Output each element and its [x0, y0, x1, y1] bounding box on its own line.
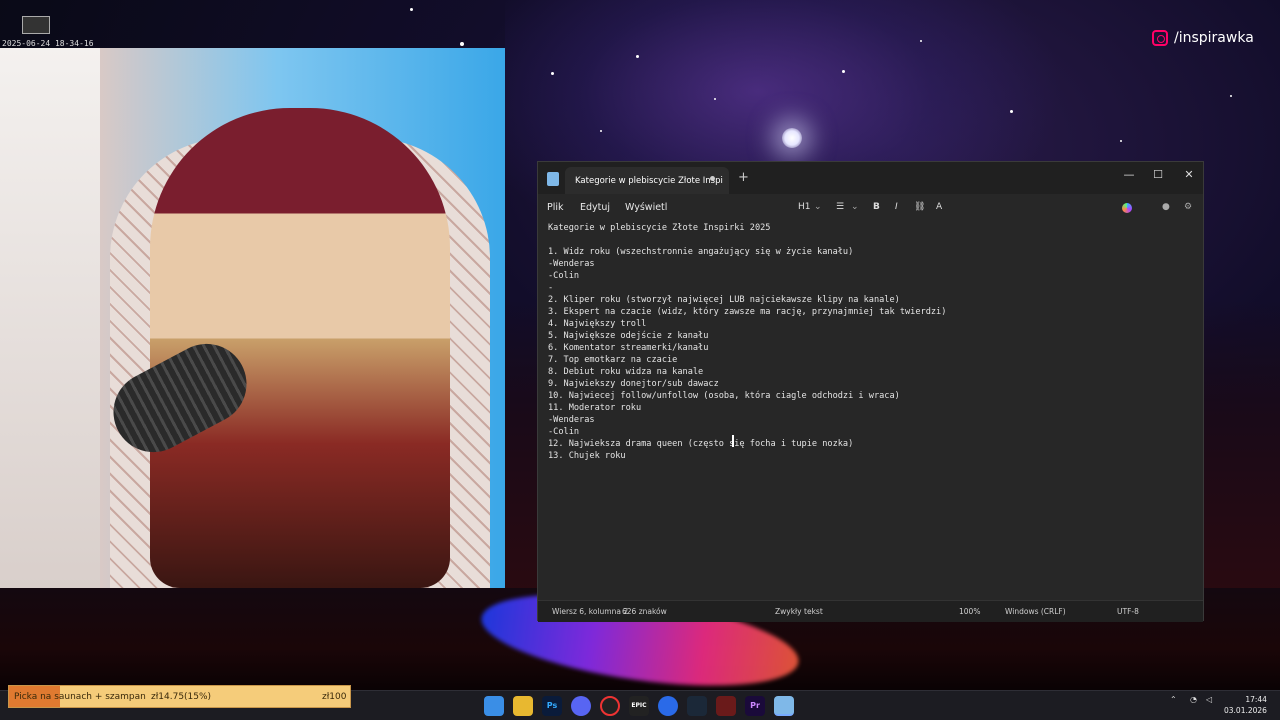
windows-start-icon[interactable] — [484, 696, 504, 716]
tab-title: Kategorie w plebiscycie Złote Inspi — [575, 175, 723, 186]
status-position: Wiersz 6, kolumna 2 — [552, 607, 629, 616]
text-line: 5. Największe odejście z kanału — [548, 331, 709, 341]
unsaved-dot-icon[interactable] — [710, 176, 715, 181]
status-char-count: 626 znaków — [622, 607, 667, 616]
star — [410, 8, 413, 11]
status-format: Zwykły tekst — [775, 607, 823, 616]
star — [842, 70, 845, 73]
new-tab-button[interactable]: + — [738, 170, 749, 185]
chevron-up-icon[interactable]: ⌃ — [1170, 695, 1177, 704]
status-line-ending[interactable]: Windows (CRLF) — [1005, 607, 1066, 616]
star — [600, 130, 602, 132]
star — [920, 40, 922, 42]
instagram-handle-text: /inspirawka — [1174, 30, 1254, 46]
donation-goal: zł100 — [322, 692, 347, 702]
bold-button[interactable]: B — [873, 202, 880, 212]
speaker-icon[interactable]: ◁ — [1206, 695, 1212, 704]
text-line: 13. Chujek roku — [548, 451, 626, 461]
chevron-down-icon[interactable]: ⌄ — [814, 202, 822, 212]
star — [636, 55, 639, 58]
wifi-icon[interactable]: ◔ — [1190, 695, 1197, 704]
clear-formatting-icon[interactable]: A — [936, 202, 942, 212]
list-icon[interactable]: ☰ — [836, 202, 844, 212]
file-explorer-icon[interactable] — [513, 696, 533, 716]
text-line: 10. Najwiecej follow/unfollow (osoba, kt… — [548, 391, 900, 401]
italic-button[interactable]: I — [895, 202, 898, 212]
close-button[interactable]: ✕ — [1178, 165, 1200, 185]
text-line: - — [548, 283, 554, 293]
text-line: 7. Top emotkarz na czacie — [548, 355, 678, 365]
text-line: Kategorie w plebiscycie Złote Inspirki 2… — [548, 223, 771, 233]
text-line: 6. Komentator streamerki/kanału — [548, 343, 709, 353]
donation-title: Picka na saunach + szampan — [14, 692, 146, 702]
menu-file[interactable]: Plik — [547, 202, 564, 213]
app-icon[interactable] — [658, 696, 678, 716]
premiere-icon[interactable]: Pr — [745, 696, 765, 716]
discord-icon[interactable] — [571, 696, 591, 716]
text-cursor-icon — [732, 435, 734, 447]
link-icon[interactable]: ⛓ — [914, 202, 925, 212]
text-line: 11. Moderator roku — [548, 403, 642, 413]
copilot-icon[interactable] — [1122, 203, 1132, 213]
timestamp: 2025-06-24 18-34-16 — [2, 39, 94, 48]
instagram-icon — [1152, 30, 1168, 46]
app-icon[interactable] — [716, 696, 736, 716]
obs-icon[interactable] — [600, 696, 620, 716]
status-encoding[interactable]: UTF-8 — [1117, 607, 1139, 616]
text-line: -Colin — [548, 271, 580, 281]
camera-icon — [22, 16, 50, 34]
webcam-feed — [0, 48, 505, 588]
gear-icon[interactable]: ⚙ — [1184, 202, 1192, 212]
heading-dropdown[interactable]: H1 — [798, 202, 811, 212]
donation-goal-bar: Picka na saunach + szampan zł14.75(15%) … — [8, 685, 351, 708]
text-line: -Wenderas — [548, 259, 595, 269]
webcam-shelf — [0, 48, 100, 588]
minimize-button[interactable]: — — [1118, 165, 1140, 185]
notepad-icon — [547, 172, 559, 186]
text-editor[interactable]: Kategorie w plebiscycie Złote Inspirki 2… — [538, 222, 1203, 600]
menu-edit[interactable]: Edytuj — [580, 202, 610, 213]
title-bar: Kategorie w plebiscycie Złote Inspi + — … — [538, 162, 1203, 194]
star — [1120, 140, 1122, 142]
star — [460, 42, 464, 46]
notepad-window: Kategorie w plebiscycie Złote Inspi + — … — [537, 161, 1204, 622]
maximize-button[interactable]: ☐ — [1147, 165, 1169, 185]
tab-document[interactable]: Kategorie w plebiscycie Złote Inspi — [565, 167, 729, 194]
text-line: 3. Ekspert na czacie (widz, który zawsze… — [548, 307, 947, 317]
photoshop-icon[interactable]: Ps — [542, 696, 562, 716]
text-line: 2. Kliper roku (stworzył najwięcej LUB n… — [548, 295, 900, 305]
steam-icon[interactable] — [687, 696, 707, 716]
star — [1010, 110, 1013, 113]
instagram-handle: /inspirawka — [1152, 30, 1254, 46]
text-line: 8. Debiut roku widza na kanale — [548, 367, 704, 377]
text-line: -Wenderas — [548, 415, 595, 425]
text-line: 4. Największy troll — [548, 319, 647, 329]
status-zoom[interactable]: 100% — [959, 607, 980, 616]
epic-games-icon[interactable]: EPIC — [629, 696, 649, 716]
text-line: 9. Najwiekszy donejtor/sub dawacz — [548, 379, 719, 389]
star — [714, 98, 716, 100]
text-line: -Colin — [548, 427, 580, 437]
donation-amount: zł14.75(15%) — [151, 692, 212, 702]
notepad-taskbar-icon[interactable] — [774, 696, 794, 716]
clock[interactable]: 17:44 03.01.2026 — [1224, 694, 1267, 716]
text-line: 12. Najwieksza drama queen (często się f… — [548, 439, 854, 449]
clock-date: 03.01.2026 — [1224, 706, 1267, 715]
clock-time: 17:44 — [1245, 695, 1267, 704]
star — [551, 72, 554, 75]
moon-glow — [782, 128, 802, 148]
star — [1230, 95, 1232, 97]
account-icon[interactable]: ● — [1162, 202, 1170, 212]
menu-bar: Plik Edytuj Wyświetl H1 ⌄ ☰ ⌄ B I ⛓ A ● … — [538, 194, 1203, 222]
status-bar: Wiersz 6, kolumna 2 626 znaków Zwykły te… — [538, 600, 1203, 622]
chevron-down-icon[interactable]: ⌄ — [851, 202, 859, 212]
text-line: 1. Widz roku (wszechstronnie angażujący … — [548, 247, 854, 257]
menu-view[interactable]: Wyświetl — [625, 202, 667, 213]
